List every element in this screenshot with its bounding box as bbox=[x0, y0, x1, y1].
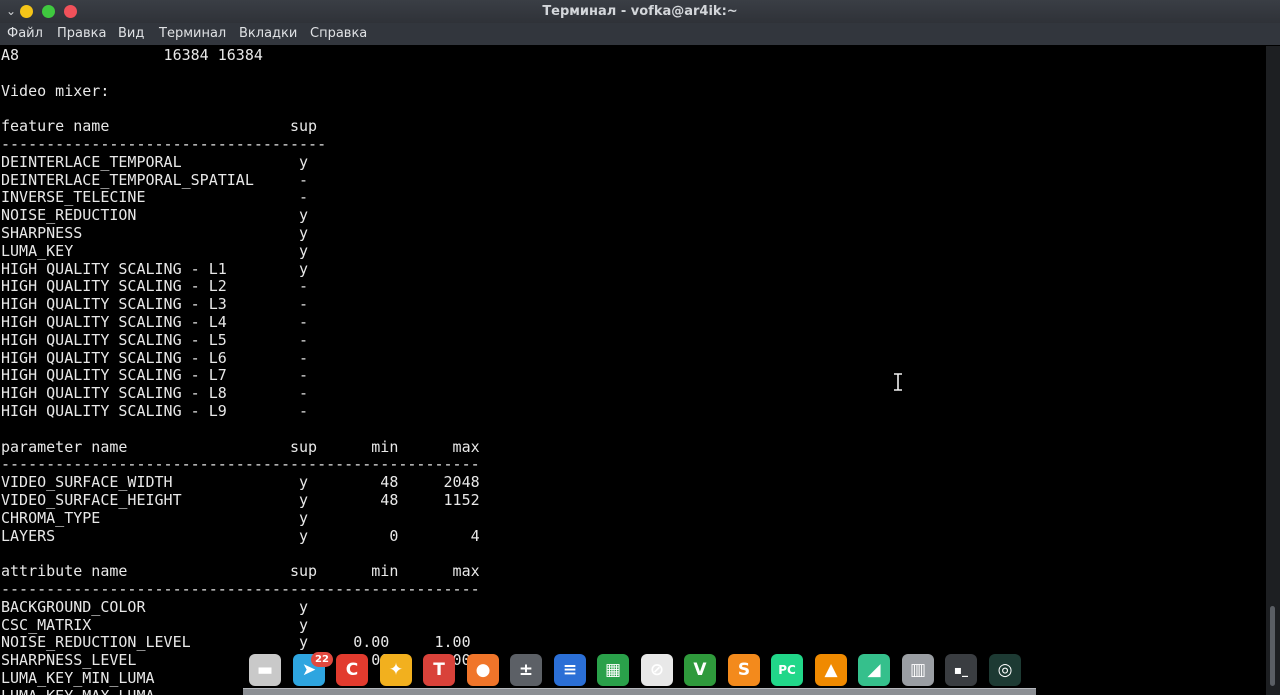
terminal-line: feature name sup bbox=[1, 117, 318, 136]
terminal-line: HIGH QUALITY SCALING - L9 - bbox=[1, 401, 309, 420]
terminal-line: CSC_MATRIX y bbox=[1, 615, 309, 634]
terminal-line: DEINTERLACE_TEMPORAL_SPATIAL - bbox=[1, 170, 309, 189]
calculator-launcher[interactable]: ± bbox=[510, 654, 542, 686]
terminal-line: attribute name sup min max bbox=[1, 562, 480, 581]
terminal-line: HIGH QUALITY SCALING - L1 y bbox=[1, 259, 309, 278]
firefox-launcher[interactable]: ● bbox=[467, 654, 499, 686]
vim-icon: V bbox=[693, 660, 707, 680]
notification-badge: 22 bbox=[311, 652, 333, 667]
dock-shelf bbox=[243, 688, 1036, 695]
terminal-line: parameter name sup min max bbox=[1, 437, 480, 456]
spreadsheet-icon: ▦ bbox=[604, 660, 622, 680]
app-red-c-icon: C bbox=[345, 660, 359, 680]
menu-edit[interactable]: Правка bbox=[53, 23, 110, 45]
window-title: Терминал - vofka@ar4ik:~ bbox=[542, 4, 738, 19]
firefox-icon: ● bbox=[475, 660, 491, 680]
app-red-c-launcher[interactable]: C bbox=[336, 654, 368, 686]
app-round-icon: ◎ bbox=[997, 660, 1013, 680]
terminal-line: INVERSE_TELECINE - bbox=[1, 188, 309, 207]
terminal-line: BACKGROUND_COLOR y bbox=[1, 597, 309, 616]
terminal-line: NOISE_REDUCTION y bbox=[1, 206, 309, 225]
terminal-line: HIGH QUALITY SCALING - L5 - bbox=[1, 330, 309, 349]
terminal-line: LAYERS y 0 4 bbox=[1, 526, 480, 545]
terminal-line: LUMA_KEY y bbox=[1, 241, 309, 260]
terminal-launcher[interactable]: ▪_ bbox=[945, 654, 977, 686]
font-icon: T bbox=[433, 660, 445, 680]
terminal-line: HIGH QUALITY SCALING - L4 - bbox=[1, 312, 309, 331]
terminal-line: ------------------------------------ bbox=[1, 134, 327, 153]
title-bar[interactable]: ⌄ Терминал - vofka@ar4ik:~ bbox=[0, 0, 1280, 23]
trash-icon: ▥ bbox=[909, 660, 927, 680]
document-icon: ≡ bbox=[562, 660, 578, 680]
trash-launcher[interactable]: ▥ bbox=[902, 654, 934, 686]
sublime-icon: S bbox=[737, 660, 751, 680]
terminal-line: ----------------------------------------… bbox=[1, 455, 480, 474]
calc-launcher[interactable]: ▦ bbox=[597, 654, 629, 686]
writer-launcher[interactable]: ≡ bbox=[554, 654, 586, 686]
sublime-launcher[interactable]: S bbox=[728, 654, 760, 686]
terminal-line: Video mixer: bbox=[1, 81, 110, 100]
terminal-line: HIGH QUALITY SCALING - L8 - bbox=[1, 384, 309, 403]
broom-icon: ✦ bbox=[388, 660, 404, 680]
calculator-icon: ± bbox=[518, 660, 534, 680]
pycharm-icon: PC bbox=[778, 663, 796, 677]
terminal-text: A8 16384 16384 Video mixer: feature name… bbox=[1, 46, 480, 695]
terminal-line: VIDEO_SURFACE_WIDTH y 48 2048 bbox=[1, 473, 480, 492]
terminal-line: ----------------------------------------… bbox=[1, 579, 480, 598]
menu-view[interactable]: Вид bbox=[114, 23, 148, 45]
terminal-window: ⌄ Терминал - vofka@ar4ik:~ Файл Правка В… bbox=[0, 0, 1280, 695]
scrollbar[interactable] bbox=[1266, 46, 1280, 695]
vim-launcher[interactable]: V bbox=[684, 654, 716, 686]
terminal-line: CHROMA_TYPE y bbox=[1, 508, 309, 527]
menu-terminal[interactable]: Терминал bbox=[155, 23, 230, 45]
terminal-line: SHARPNESS y bbox=[1, 223, 309, 242]
vlc-icon: ▲ bbox=[824, 660, 838, 680]
vlc-launcher[interactable]: ▲ bbox=[815, 654, 847, 686]
terminal-line: HIGH QUALITY SCALING - L6 - bbox=[1, 348, 309, 367]
cleaner-launcher[interactable]: ✦ bbox=[380, 654, 412, 686]
terminal-line: A8 16384 16384 bbox=[1, 46, 263, 64]
pycharm-launcher[interactable]: PC bbox=[771, 654, 803, 686]
terminal-line: HIGH QUALITY SCALING - L7 - bbox=[1, 366, 309, 385]
dock: ▬ ➤ 22 C ✦ T ● ± ≡ ▦ ⊘ V S PC ▲ ◢ ▥ ▪_ ◎ bbox=[243, 648, 1036, 695]
system-monitor-launcher[interactable]: ◢ bbox=[858, 654, 890, 686]
menu-file[interactable]: Файл bbox=[3, 23, 47, 45]
blank-file-icon: ⊘ bbox=[649, 660, 665, 680]
menu-tabs[interactable]: Вкладки bbox=[235, 23, 301, 45]
system-monitor-icon: ◢ bbox=[867, 660, 881, 680]
no-file-launcher[interactable]: ⊘ bbox=[641, 654, 673, 686]
file-manager-launcher[interactable]: ▬ bbox=[249, 654, 281, 686]
menu-help[interactable]: Справка bbox=[306, 23, 371, 45]
terminal-output-area[interactable]: A8 16384 16384 Video mixer: feature name… bbox=[0, 46, 1266, 695]
terminal-line: VIDEO_SURFACE_HEIGHT y 48 1152 bbox=[1, 490, 480, 509]
terminal-line: HIGH QUALITY SCALING - L3 - bbox=[1, 295, 309, 314]
app-dark-round-launcher[interactable]: ◎ bbox=[989, 654, 1021, 686]
terminal-line: DEINTERLACE_TEMPORAL y bbox=[1, 152, 309, 171]
scrollbar-thumb[interactable] bbox=[1270, 606, 1275, 686]
menu-bar: Файл Правка Вид Терминал Вкладки Справка bbox=[0, 23, 1280, 45]
terminal-icon: ▪_ bbox=[953, 663, 969, 677]
font-app-launcher[interactable]: T bbox=[423, 654, 455, 686]
file-manager-icon: ▬ bbox=[256, 660, 274, 680]
text-cursor-icon bbox=[894, 373, 902, 391]
terminal-line: HIGH QUALITY SCALING - L2 - bbox=[1, 277, 309, 296]
